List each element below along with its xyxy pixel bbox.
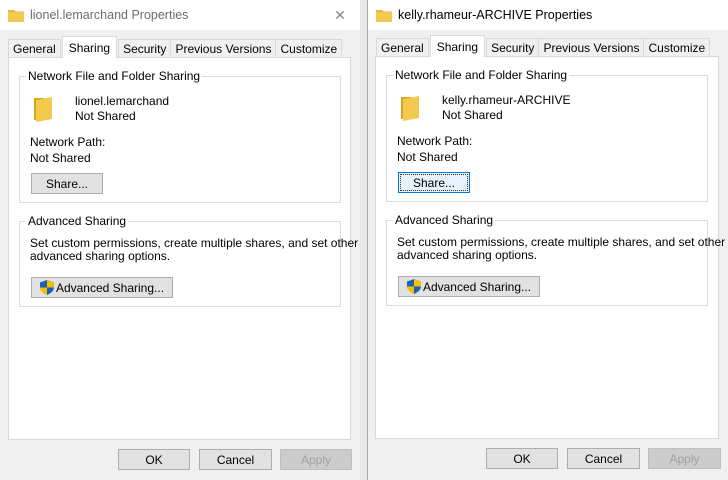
ok-button[interactable]: OK xyxy=(118,449,190,470)
advanced-sharing-group: Advanced Sharing Set custom permissions,… xyxy=(386,213,725,306)
share-button[interactable]: Share... xyxy=(398,172,470,193)
uac-shield-icon xyxy=(406,279,421,294)
advanced-desc-line2: advanced sharing options. xyxy=(397,248,538,262)
advanced-sharing-button[interactable]: Advanced Sharing... xyxy=(398,276,540,297)
group-title: Advanced Sharing xyxy=(393,213,496,227)
folder-name: kelly.rhameur-ARCHIVE xyxy=(442,93,571,107)
advanced-sharing-button[interactable]: Advanced Sharing... xyxy=(31,277,173,298)
network-sharing-group: Network File and Folder Sharing lionel.l… xyxy=(19,69,341,203)
advanced-sharing-label: Advanced Sharing... xyxy=(55,280,165,295)
sharing-panel: Network File and Folder Sharing kelly.rh… xyxy=(375,56,725,439)
folder-name: lionel.lemarchand xyxy=(75,94,170,108)
advanced-desc-line2: advanced sharing options. xyxy=(30,249,171,263)
tab-previous-versions[interactable]: Previous Versions xyxy=(170,39,277,58)
ok-button[interactable]: OK xyxy=(486,448,558,469)
tab-security[interactable]: Security xyxy=(486,38,540,57)
apply-button[interactable]: Apply xyxy=(280,449,352,470)
advanced-sharing-label: Advanced Sharing... xyxy=(422,279,532,294)
properties-window-left: lionel.lemarchand Properties ✕ General S… xyxy=(0,0,360,480)
network-path-label: Network Path: xyxy=(397,134,473,148)
tab-security[interactable]: Security xyxy=(118,39,172,58)
tab-general[interactable]: General xyxy=(8,39,61,58)
group-title: Network File and Folder Sharing xyxy=(393,68,570,82)
network-sharing-group: Network File and Folder Sharing kelly.rh… xyxy=(386,68,708,202)
apply-button[interactable]: Apply xyxy=(648,448,721,469)
folder-icon xyxy=(32,95,54,122)
network-path-label: Network Path: xyxy=(30,135,106,149)
uac-shield-icon xyxy=(39,280,54,295)
title-bar[interactable]: kelly.rhameur-ARCHIVE Properties xyxy=(368,0,728,30)
advanced-desc-line1: Set custom permissions, create multiple … xyxy=(30,236,359,250)
share-button[interactable]: Share... xyxy=(31,173,103,194)
group-title: Advanced Sharing xyxy=(26,214,129,228)
tab-strip: General Sharing Security Previous Versio… xyxy=(8,36,343,58)
close-icon[interactable]: ✕ xyxy=(320,0,360,30)
tab-customize[interactable]: Customize xyxy=(643,38,711,57)
tab-general[interactable]: General xyxy=(376,38,429,57)
tab-sharing[interactable]: Sharing xyxy=(429,35,486,57)
tab-customize[interactable]: Customize xyxy=(275,39,343,58)
window-title: lionel.lemarchand Properties xyxy=(30,8,189,22)
properties-window-right: kelly.rhameur-ARCHIVE Properties General… xyxy=(367,0,728,480)
tab-sharing[interactable]: Sharing xyxy=(61,36,118,58)
group-title: Network File and Folder Sharing xyxy=(26,69,203,83)
share-status: Not Shared xyxy=(75,109,136,123)
folder-icon xyxy=(376,8,392,22)
title-bar[interactable]: lionel.lemarchand Properties ✕ xyxy=(0,0,360,30)
tab-previous-versions[interactable]: Previous Versions xyxy=(538,38,645,57)
network-path-value: Not Shared xyxy=(30,151,91,165)
folder-icon xyxy=(8,8,24,22)
tab-strip: General Sharing Security Previous Versio… xyxy=(376,35,711,57)
network-path-value: Not Shared xyxy=(397,150,458,164)
cancel-button[interactable]: Cancel xyxy=(199,449,272,470)
sharing-panel: Network File and Folder Sharing lionel.l… xyxy=(8,57,358,440)
advanced-sharing-group: Advanced Sharing Set custom permissions,… xyxy=(19,214,358,307)
folder-icon xyxy=(399,94,421,121)
advanced-desc-line1: Set custom permissions, create multiple … xyxy=(397,235,726,249)
share-status: Not Shared xyxy=(442,108,503,122)
cancel-button[interactable]: Cancel xyxy=(567,448,640,469)
window-title: kelly.rhameur-ARCHIVE Properties xyxy=(398,8,593,22)
